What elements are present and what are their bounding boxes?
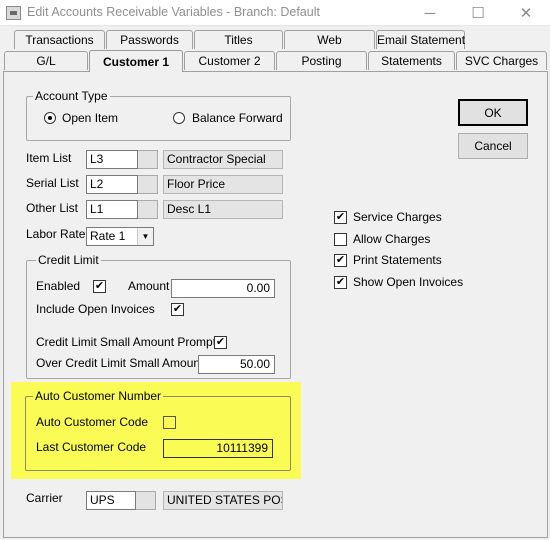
tab-customer-2[interactable]: Customer 2 xyxy=(184,51,275,70)
open-item-radio[interactable] xyxy=(44,112,56,124)
small-amount-prompt-checkbox[interactable]: ✔ xyxy=(214,336,227,349)
amount-label: Amount xyxy=(128,279,170,293)
auto-customer-code-checkbox[interactable] xyxy=(163,416,176,429)
service-charges-checkbox[interactable]: ✔ xyxy=(334,211,347,224)
allow-charges-label: Allow Charges xyxy=(353,232,431,246)
maximize-button[interactable]: ☐ xyxy=(460,0,496,26)
ok-button[interactable]: OK xyxy=(458,99,528,126)
item-list-code-input[interactable]: L3 xyxy=(86,150,138,169)
cancel-button[interactable]: Cancel xyxy=(458,133,528,159)
minimize-button[interactable]: ─ xyxy=(412,0,448,26)
labor-rate-value: Rate 1 xyxy=(90,229,126,243)
service-charges-label: Service Charges xyxy=(353,210,442,224)
check-icon: ✔ xyxy=(335,276,346,288)
item-list-desc: Contractor Special xyxy=(163,150,283,169)
balance-forward-label: Balance Forward xyxy=(192,111,283,125)
open-item-label: Open Item xyxy=(62,111,119,125)
over-credit-limit-label: Over Credit Limit Small Amount xyxy=(36,356,204,370)
balance-forward-radio[interactable] xyxy=(173,112,185,124)
last-customer-code-label: Last Customer Code xyxy=(36,440,147,454)
tab-passwords[interactable]: Passwords xyxy=(106,30,193,49)
serial-list-desc: Floor Price xyxy=(163,175,283,194)
title-bar: Edit Accounts Receivable Variables - Bra… xyxy=(0,0,550,26)
show-open-invoices-checkbox[interactable]: ✔ xyxy=(334,276,347,289)
check-icon: ✔ xyxy=(94,280,105,292)
check-icon: ✔ xyxy=(335,211,346,223)
labor-rate-label: Labor Rate xyxy=(26,227,86,241)
print-statements-checkbox[interactable]: ✔ xyxy=(334,254,347,267)
small-amount-prompt-label: Credit Limit Small Amount Prompt xyxy=(36,335,217,349)
tab-posting[interactable]: Posting xyxy=(276,51,367,70)
window-title: Edit Accounts Receivable Variables - Bra… xyxy=(27,5,320,19)
tab-svc-charges[interactable]: SVC Charges xyxy=(456,51,547,70)
show-open-invoices-label: Show Open Invoices xyxy=(353,275,464,289)
enabled-checkbox[interactable]: ✔ xyxy=(93,280,106,293)
serial-list-lookup-button[interactable] xyxy=(138,175,158,194)
carrier-code-input[interactable]: UPS xyxy=(86,491,136,510)
include-open-invoices-label: Include Open Invoices xyxy=(36,302,155,316)
app-icon xyxy=(6,6,21,20)
credit-limit-legend: Credit Limit xyxy=(36,253,101,267)
serial-list-code-input[interactable]: L2 xyxy=(86,175,138,194)
carrier-label: Carrier xyxy=(26,491,63,505)
last-customer-code-input[interactable]: 10111399 xyxy=(163,439,273,458)
tab-customer-1[interactable]: Customer 1 xyxy=(89,50,183,72)
tab-web[interactable]: Web xyxy=(284,30,375,49)
auto-customer-legend: Auto Customer Number xyxy=(33,389,164,403)
include-open-invoices-checkbox[interactable]: ✔ xyxy=(171,303,184,316)
item-list-lookup-button[interactable] xyxy=(138,150,158,169)
over-credit-limit-input[interactable]: 50.00 xyxy=(198,355,275,374)
check-icon: ✔ xyxy=(172,303,183,315)
print-statements-label: Print Statements xyxy=(353,253,442,267)
other-list-lookup-button[interactable] xyxy=(138,200,158,219)
enabled-label: Enabled xyxy=(36,279,81,293)
labor-rate-select[interactable]: Rate 1 ▼ xyxy=(86,227,154,246)
amount-input[interactable]: 0.00 xyxy=(171,279,275,298)
other-list-label: Other List xyxy=(26,201,79,215)
auto-customer-group xyxy=(25,396,291,471)
tab-titles[interactable]: Titles xyxy=(194,30,283,49)
item-list-label: Item List xyxy=(26,151,72,165)
allow-charges-checkbox[interactable] xyxy=(334,233,347,246)
account-type-legend: Account Type xyxy=(33,89,110,103)
check-icon: ✔ xyxy=(335,254,346,266)
tab-email-statement[interactable]: Email Statement xyxy=(376,30,465,49)
tab-transactions[interactable]: Transactions xyxy=(14,30,105,49)
auto-customer-code-label: Auto Customer Code xyxy=(36,415,149,429)
close-button[interactable]: ✕ xyxy=(508,0,544,26)
other-list-code-input[interactable]: L1 xyxy=(86,200,138,219)
tab-gl[interactable]: G/L xyxy=(4,51,88,70)
serial-list-label: Serial List xyxy=(26,176,79,190)
tab-statements[interactable]: Statements xyxy=(368,51,455,70)
check-icon: ✔ xyxy=(215,336,226,348)
carrier-desc: UNITED STATES POS xyxy=(163,491,283,510)
other-list-desc: Desc L1 xyxy=(163,200,283,219)
carrier-lookup-button[interactable] xyxy=(136,491,156,510)
chevron-down-icon[interactable]: ▼ xyxy=(137,228,153,245)
